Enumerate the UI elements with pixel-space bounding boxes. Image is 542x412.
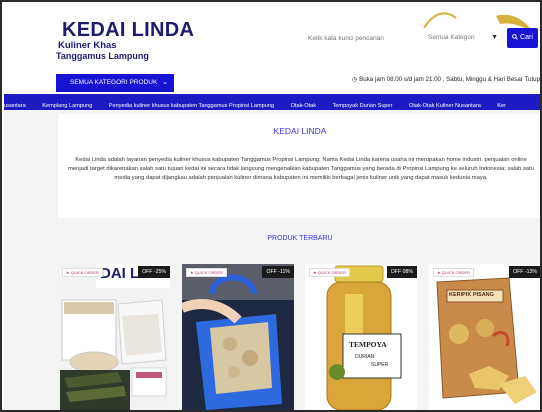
category-strip: usantara Kemplang Lampung Penyedia kulin… — [4, 94, 540, 110]
product-card[interactable]: ★ QUICK ORDER OFF -25% DAI LIN — [58, 264, 170, 410]
product-image — [429, 264, 540, 410]
product-image — [305, 264, 417, 410]
quick-order-badge[interactable]: ★ QUICK ORDER — [62, 268, 103, 277]
category-link[interactable]: usantara — [4, 98, 26, 110]
opening-hours: ◷ Buka jam 08.00 s/d jam 21.00 , Sabtu, … — [352, 76, 540, 83]
discount-badge: OFF -25% — [138, 266, 170, 278]
browser-frame: KEDAI LINDA Kuliner Khas Tanggamus Lampu… — [0, 0, 542, 412]
product-image — [182, 264, 294, 410]
about-text: Kedai Linda adalah layanan penyedia kuli… — [68, 157, 534, 182]
search-icon — [512, 34, 518, 40]
category-link[interactable]: Otak-Otak Kuliner Nusantara — [409, 98, 481, 110]
logo-subtitle-2: Tanggamus Lampung — [56, 51, 149, 61]
product-image-text: KERIPIK PISANG — [449, 292, 494, 298]
products-title: PRODUK TERBARU — [267, 235, 333, 242]
discount-badge: OFF -11% — [262, 266, 294, 278]
product-image-text: DURIAN — [355, 354, 375, 360]
about-title: KEDAI LINDA — [273, 126, 327, 136]
quick-order-badge[interactable]: ★ QUICK ORDER — [433, 268, 474, 277]
search-button[interactable]: Cari — [507, 28, 538, 48]
product-card[interactable]: ★ QUICK ORDER OFF -11% — [182, 264, 294, 410]
quick-order-badge[interactable]: ★ QUICK ORDER — [309, 268, 350, 277]
all-categories-label: SEMUA KATEGORI PRODUK — [70, 79, 158, 86]
product-card[interactable]: ★ QUICK ORDER OFF 08% TEMPOYA DURIAN SUP… — [305, 264, 417, 410]
logo-title[interactable]: KEDAI LINDA — [62, 19, 194, 42]
opening-hours-text: Buka jam 08.00 s/d jam 21.00 , Sabtu, Mi… — [359, 76, 541, 83]
category-link[interactable]: Ker — [497, 98, 506, 110]
quick-order-badge[interactable]: ★ QUICK ORDER — [186, 268, 227, 277]
chevron-down-icon: ▼ — [491, 34, 498, 41]
product-image-text: TEMPOYA — [349, 340, 387, 349]
search-button-label: Cari — [520, 34, 533, 41]
discount-badge: OFF -13% — [509, 266, 540, 278]
all-categories-button[interactable]: SEMUA KATEGORI PRODUK ⌄ — [56, 74, 174, 92]
product-image — [58, 264, 170, 410]
logo-subtitle: Kuliner Khas — [58, 40, 117, 51]
category-link[interactable]: Kemplang Lampung — [42, 98, 92, 110]
category-link[interactable]: Tempoyak Durian Super — [333, 98, 393, 110]
product-image-text: SUPER — [371, 362, 389, 368]
search-input[interactable] — [302, 28, 420, 48]
category-link[interactable]: Otak-Otak — [291, 98, 317, 110]
chevron-down-icon: ⌄ — [162, 79, 168, 86]
product-card[interactable]: ★ QUICK ORDER OFF -13% KERIPIK PISANG — [429, 264, 540, 410]
category-select-value: Semua Kategori — [428, 34, 475, 41]
clock-icon: ◷ — [352, 76, 358, 83]
category-link[interactable]: Penyedia kuliner khusus kabupaten Tangga… — [109, 98, 274, 110]
discount-badge: OFF 08% — [386, 266, 417, 278]
category-select[interactable]: Semua Kategori ▼ — [422, 28, 502, 48]
